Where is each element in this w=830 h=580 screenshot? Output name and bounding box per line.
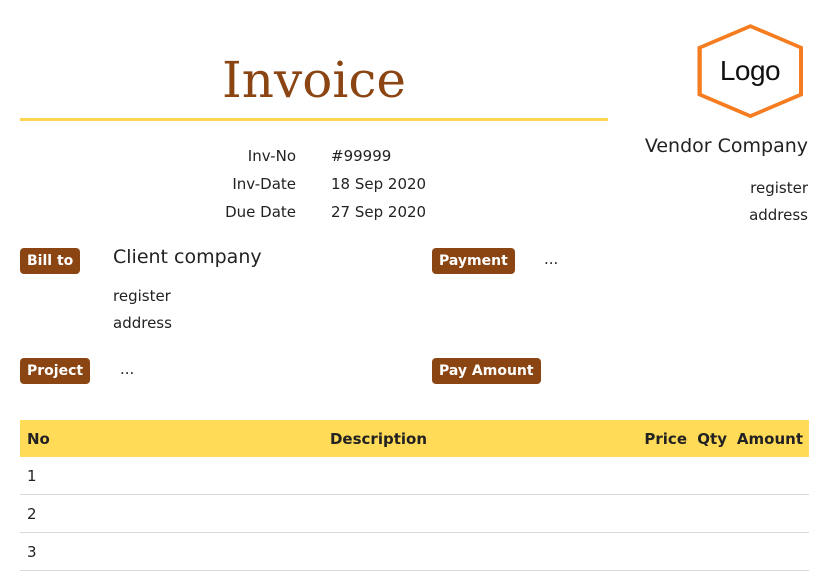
column-header-qty: Qty <box>697 429 727 448</box>
pay-amount-badge: Pay Amount <box>432 358 541 384</box>
vendor-address-line: register <box>750 179 808 197</box>
table-row: 3 <box>20 533 809 571</box>
vendor-name: Vendor Company <box>644 135 808 157</box>
logo-text: Logo <box>719 55 781 86</box>
client-name: Client company <box>113 246 262 268</box>
vendor-address-line: address <box>749 206 808 224</box>
meta-label: Due Date <box>225 203 296 221</box>
row-number: 2 <box>27 504 37 523</box>
payment-badge: Payment <box>432 248 515 274</box>
company-logo: Logo <box>697 22 803 120</box>
meta-label: Inv-No <box>247 147 296 165</box>
meta-row-invoice-number: Inv-No #99999 <box>180 142 426 170</box>
row-number: 3 <box>27 542 37 561</box>
vendor-address: register address <box>749 175 808 229</box>
title-divider <box>20 118 608 121</box>
project-badge: Project <box>20 358 91 384</box>
invoice-title: Invoice <box>222 51 406 109</box>
line-items-table: No Description Price Qty Amount 1 2 3 <box>20 420 809 571</box>
meta-value: 27 Sep 2020 <box>331 203 427 221</box>
table-row: 2 <box>20 495 809 533</box>
column-header-amount: Amount <box>736 429 803 448</box>
row-number: 1 <box>27 466 37 485</box>
meta-label: Inv-Date <box>232 175 296 193</box>
meta-value: #99999 <box>331 147 392 165</box>
bill-to-badge: Bill to <box>20 248 81 274</box>
meta-value: 18 Sep 2020 <box>331 175 427 193</box>
table-header: No Description Price Qty Amount <box>20 420 809 457</box>
payment-value: ... <box>544 250 559 268</box>
column-header-description: Description <box>329 429 428 448</box>
column-header-price: Price <box>644 429 687 448</box>
meta-row-invoice-date: Inv-Date 18 Sep 2020 <box>180 170 426 198</box>
client-address-line: address <box>113 314 172 332</box>
meta-row-due-date: Due Date 27 Sep 2020 <box>180 198 426 226</box>
invoice-meta: Inv-No #99999 Inv-Date 18 Sep 2020 Due D… <box>180 142 426 226</box>
column-header-no: No <box>27 429 50 448</box>
table-row: 1 <box>20 457 809 495</box>
client-address: register address <box>113 283 172 337</box>
project-value: ... <box>120 360 135 378</box>
client-address-line: register <box>113 287 171 305</box>
